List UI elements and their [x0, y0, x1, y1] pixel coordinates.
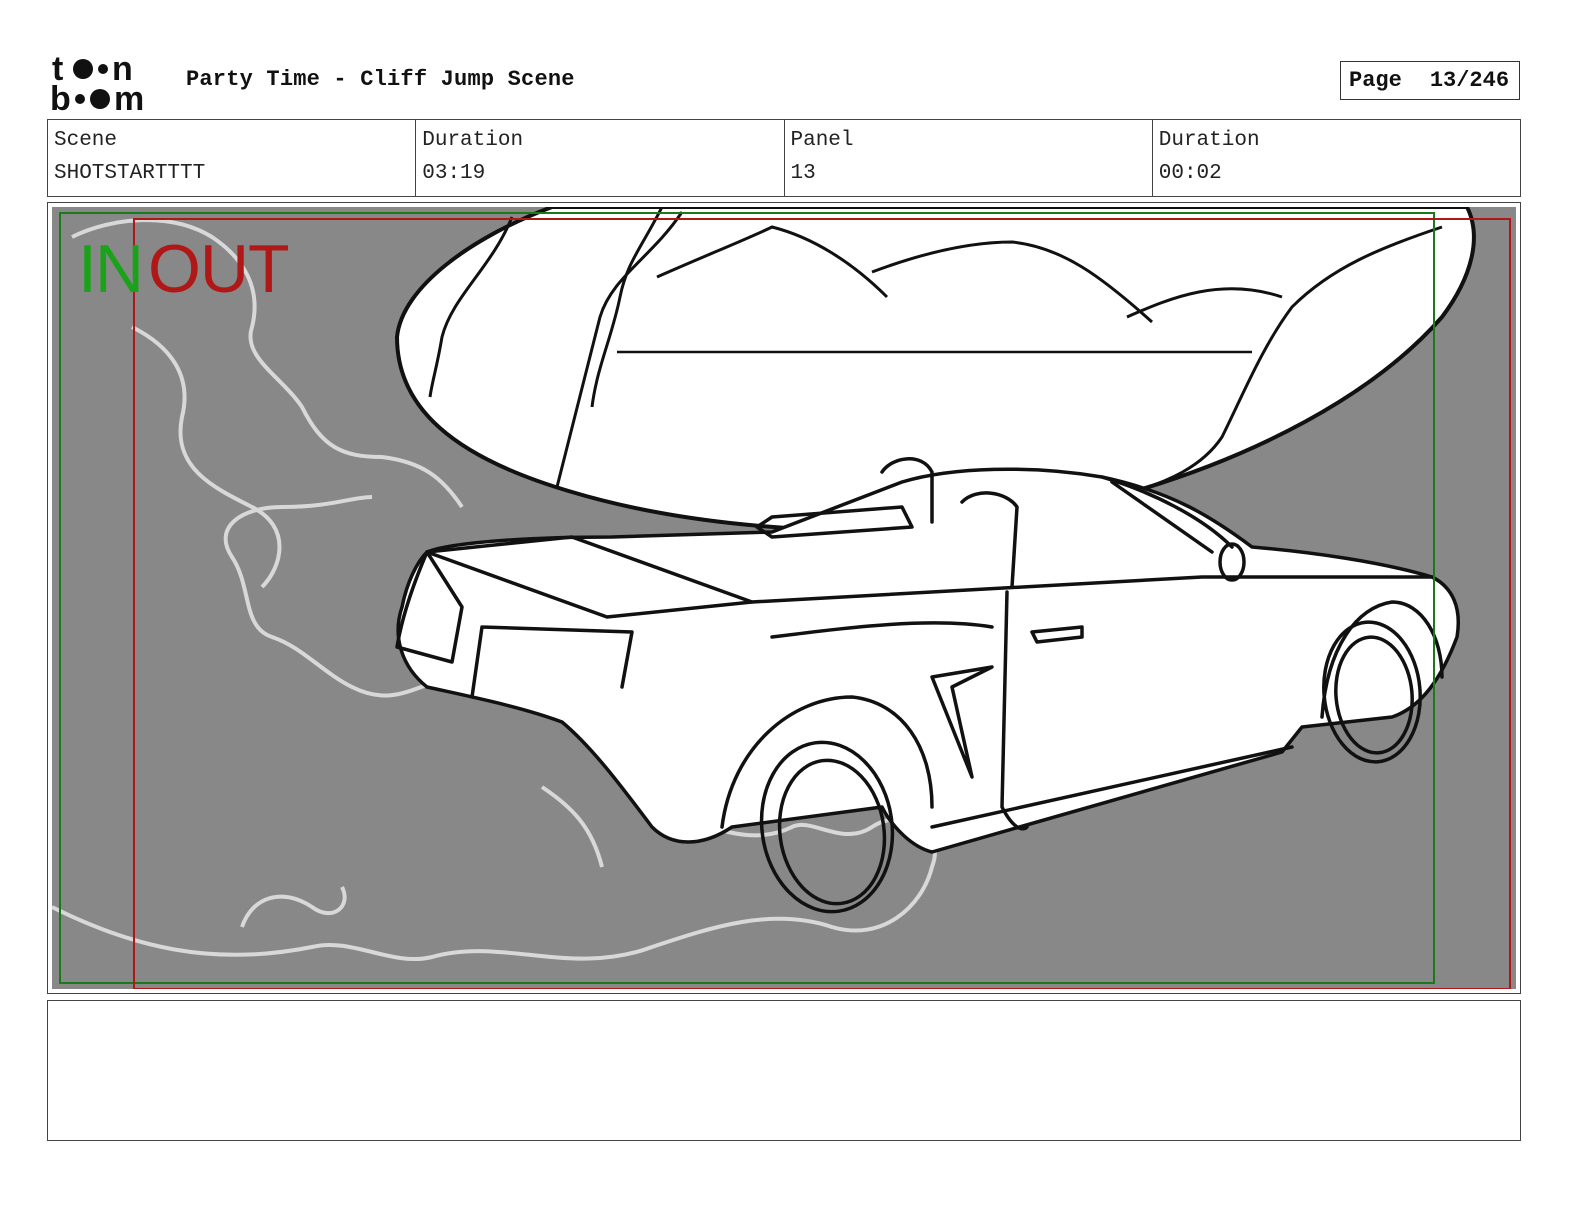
page-number: 13/246 [1429, 68, 1510, 93]
panel-image: IN OUT [52, 207, 1516, 989]
page-indicator: Page 13/246 [1340, 61, 1520, 100]
panel-duration-label: Duration [1158, 129, 1260, 152]
storyboard-panel: IN OUT [47, 202, 1521, 994]
scene-cell: Scene SHOTSTARTTTT [48, 120, 417, 196]
panel-value: 13 [790, 162, 816, 185]
page-label: Page [1349, 68, 1402, 93]
panel-duration-cell: Duration 00:02 [1153, 120, 1520, 196]
out-marker: OUT [148, 231, 290, 307]
scene-value: SHOTSTARTTTT [54, 162, 206, 185]
scene-label: Scene [54, 129, 118, 152]
panel-label: Panel [790, 129, 854, 152]
svg-text:m: m [114, 80, 144, 114]
document-title: Party Time - Cliff Jump Scene [186, 67, 575, 92]
panel-duration-value: 00:02 [1158, 162, 1222, 185]
in-marker: IN [78, 231, 144, 307]
panel-info-table: Scene SHOTSTARTTTT Duration 03:19 Panel … [47, 119, 1521, 197]
scene-duration-cell: Duration 03:19 [416, 120, 785, 196]
panel-notes[interactable] [47, 1000, 1521, 1141]
svg-text:b: b [50, 80, 71, 114]
scene-duration-value: 03:19 [422, 162, 486, 185]
toon-boom-logo: t n b m [50, 50, 144, 114]
scene-duration-label: Duration [422, 129, 524, 152]
panel-cell: Panel 13 [785, 120, 1153, 196]
car-drifting-sketch [52, 207, 1516, 989]
